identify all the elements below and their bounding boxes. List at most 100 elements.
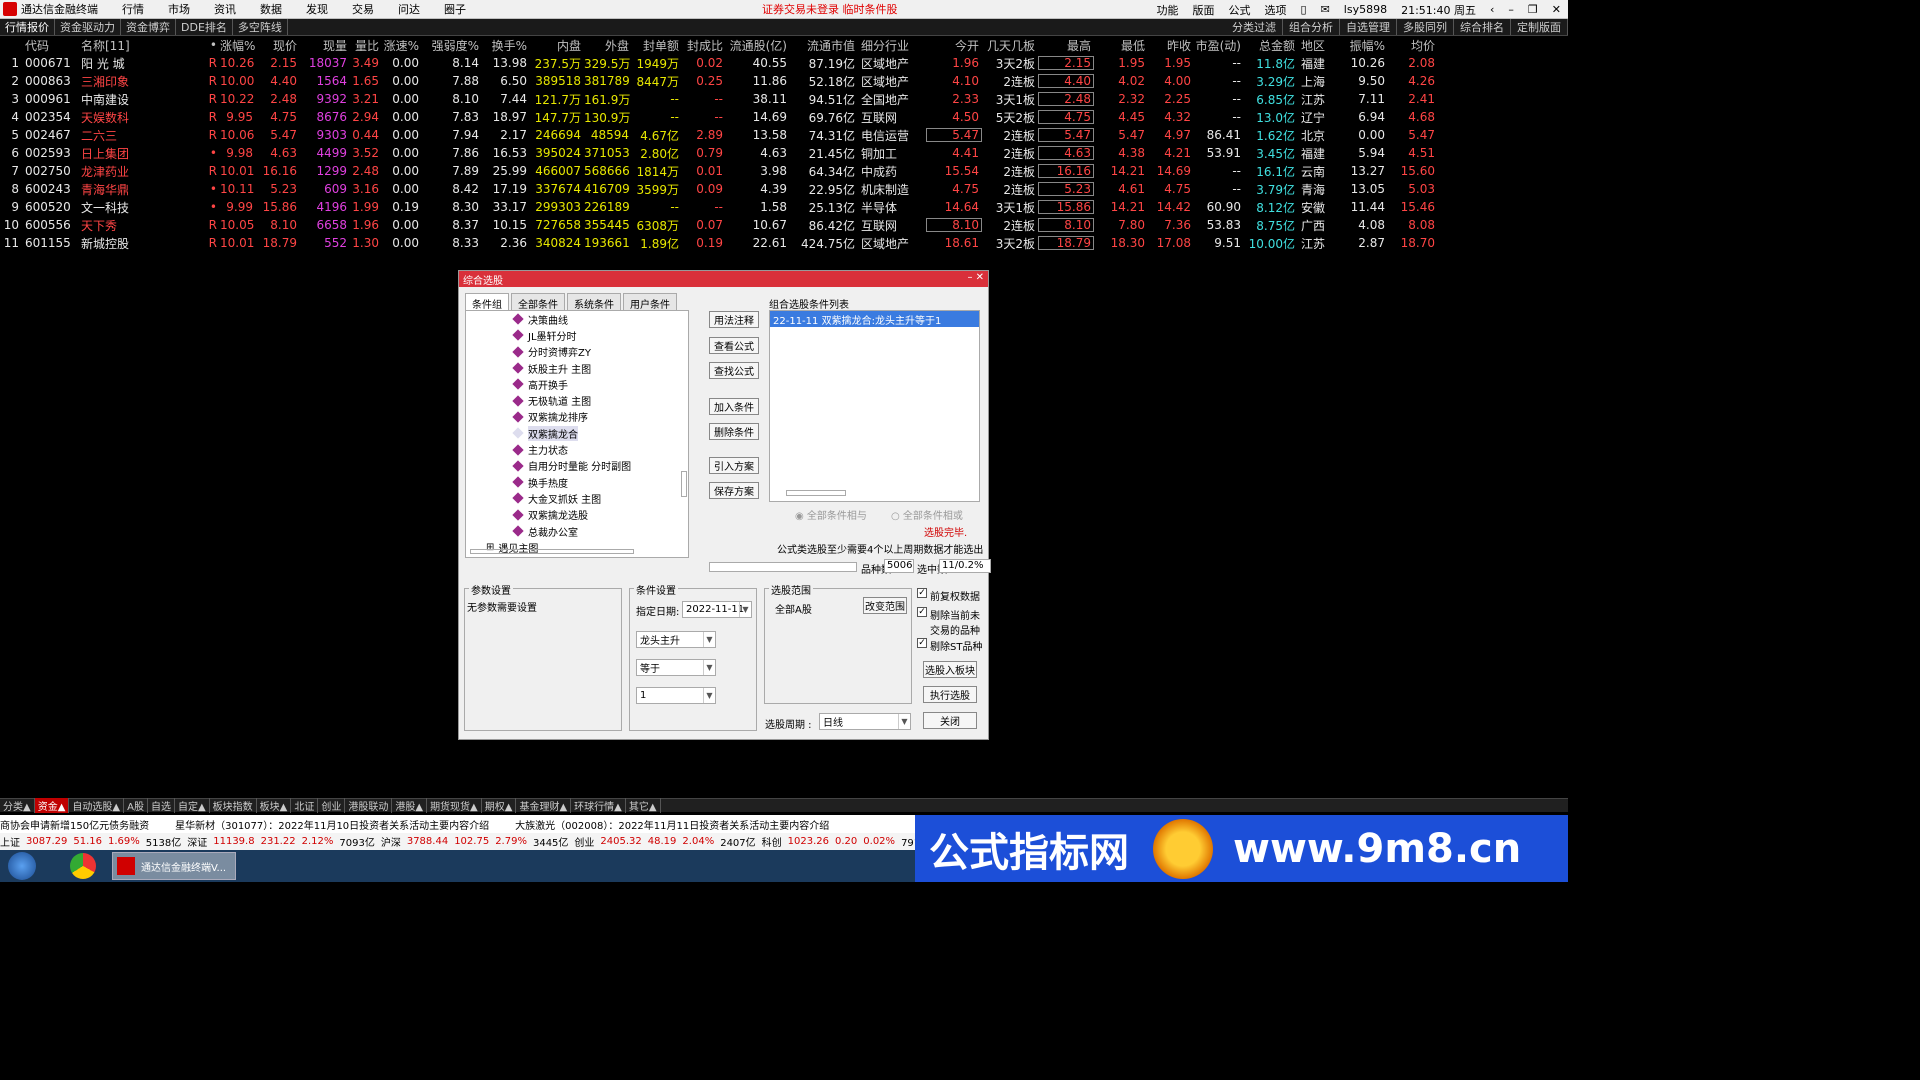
- close-button[interactable]: 关闭: [923, 712, 977, 729]
- menu-quotes[interactable]: 行情: [122, 1, 144, 17]
- tree-item[interactable]: JL墨轩分时: [466, 327, 688, 343]
- column-header[interactable]: 最低: [1094, 37, 1148, 54]
- tree-item[interactable]: 双紫擒龙选股: [466, 507, 688, 523]
- run-screen-button[interactable]: 执行选股: [923, 686, 977, 703]
- tab-quote-list[interactable]: 行情报价: [0, 19, 55, 35]
- tree-item[interactable]: 无极轨道 主图: [466, 392, 688, 408]
- bottom-tab[interactable]: 港股联动: [345, 798, 393, 813]
- dialog-titlebar[interactable]: 综合选股 – ✕: [459, 271, 988, 287]
- restore-icon[interactable]: ❐: [1528, 3, 1538, 16]
- btn-watchlist-manage[interactable]: 自选管理: [1340, 19, 1397, 35]
- menu-discover[interactable]: 发现: [306, 1, 328, 17]
- column-header[interactable]: 内盘: [530, 37, 584, 54]
- tree-item[interactable]: 双紫擒龙合: [466, 425, 688, 441]
- bottom-tab[interactable]: 资金▲: [34, 798, 70, 813]
- phone-icon[interactable]: ▯: [1301, 3, 1307, 16]
- date-picker[interactable]: 2022-11-11 ▼: [682, 601, 752, 618]
- btn-custom-layout[interactable]: 定制版面: [1511, 19, 1568, 35]
- news-item[interactable]: 星华新材（301077）：2022年11月10日投资者关系活动主要内容介绍: [175, 817, 489, 832]
- btn-combo-analysis[interactable]: 组合分析: [1283, 19, 1340, 35]
- news-item[interactable]: 商协会申请新增150亿元债务融资: [0, 817, 149, 832]
- tree-item[interactable]: 换手热度: [466, 474, 688, 490]
- add-condition-button[interactable]: 加入条件: [709, 398, 759, 415]
- column-header[interactable]: 外盘: [584, 37, 632, 54]
- usage-notes-button[interactable]: 用法注释: [709, 311, 759, 328]
- minimize-icon[interactable]: –: [1508, 3, 1514, 16]
- condition-list-scrollbar[interactable]: [786, 490, 846, 496]
- import-scheme-button[interactable]: 引入方案: [709, 457, 759, 474]
- tab-dde-rank[interactable]: DDE排名: [176, 19, 233, 35]
- radio-or[interactable]: ○ 全部条件相或: [891, 507, 963, 522]
- table-row[interactable]: 9 600520 文一科技 • 9.99 15.86 4196 1.99 0.19 8.30 33.…: [0, 198, 1568, 216]
- field-dropdown-icon[interactable]: ▼: [703, 632, 715, 647]
- column-header[interactable]: 总金额: [1244, 37, 1298, 54]
- column-header[interactable]: 几天几板: [982, 37, 1038, 54]
- column-header[interactable]: 市盈(动): [1194, 37, 1244, 54]
- btn-category-filter[interactable]: 分类过滤: [1226, 19, 1283, 35]
- bottom-tab[interactable]: 北证: [291, 798, 319, 813]
- save-scheme-button[interactable]: 保存方案: [709, 482, 759, 499]
- tree-vertical-scrollbar[interactable]: [681, 471, 687, 497]
- table-row[interactable]: 10 600556 天下秀 R 10.05 8.10 6658 1.96 0.00 8.37 10.…: [0, 216, 1568, 234]
- condition-op-select[interactable]: 等于 ▼: [636, 659, 716, 676]
- condition-value-select[interactable]: 1 ▼: [636, 687, 716, 704]
- tree-item[interactable]: 决策曲线: [466, 311, 688, 327]
- column-header[interactable]: 涨幅%: [220, 37, 256, 54]
- dialog-close-icon[interactable]: – ✕: [967, 272, 984, 283]
- add-to-block-button[interactable]: 选股入板块: [923, 661, 977, 678]
- column-header[interactable]: 细分行业: [858, 37, 926, 54]
- table-row[interactable]: 11 601155 新城控股 R 10.01 18.79 552 1.30 0.00 8.33 2.…: [0, 234, 1568, 252]
- column-header[interactable]: 名称[11]: [78, 37, 186, 54]
- column-header[interactable]: 昨收: [1148, 37, 1194, 54]
- period-select[interactable]: 日线 ▼: [819, 713, 911, 730]
- mail-icon[interactable]: ✉: [1321, 3, 1330, 16]
- tree-item[interactable]: 高开换手: [466, 376, 688, 392]
- username[interactable]: lsy5898: [1344, 3, 1387, 16]
- login-warning[interactable]: 证券交易未登录 临时条件股: [762, 1, 898, 17]
- column-header[interactable]: 现量: [300, 37, 350, 54]
- back-icon[interactable]: ‹: [1490, 3, 1494, 16]
- tab-fund-drive[interactable]: 资金驱动力: [55, 19, 121, 35]
- menu-layout[interactable]: 版面: [1193, 2, 1215, 18]
- op-dropdown-icon[interactable]: ▼: [703, 660, 715, 675]
- column-header[interactable]: 换手%: [482, 37, 530, 54]
- news-item[interactable]: 大族激光（002008）：2022年11月11日投资者关系活动主要内容介绍: [515, 817, 829, 832]
- taskbar-app-button[interactable]: 通达信金融终端V...: [112, 852, 236, 880]
- column-header[interactable]: 地区: [1298, 37, 1336, 54]
- menu-ask[interactable]: 问达: [398, 1, 420, 17]
- bottom-tab[interactable]: 期权▲: [482, 798, 517, 813]
- chrome-icon[interactable]: [70, 853, 96, 879]
- condition-field-select[interactable]: 龙头主升 ▼: [636, 631, 716, 648]
- exclude-st-checkbox[interactable]: ✓ 剔除ST品种: [917, 638, 982, 653]
- radio-and[interactable]: ◉ 全部条件相与: [795, 507, 867, 522]
- column-header[interactable]: 涨速%: [382, 37, 422, 54]
- column-header[interactable]: 今开: [926, 37, 982, 54]
- btn-overall-rank[interactable]: 综合排名: [1454, 19, 1511, 35]
- tree-item[interactable]: 大金叉抓妖 主图: [466, 490, 688, 506]
- table-row[interactable]: 5 002467 二六三 R 10.06 5.47 9303 0.44 0.00 7.94 2.17…: [0, 126, 1568, 144]
- tree-item[interactable]: 妖股主升 主图: [466, 360, 688, 376]
- table-row[interactable]: 1 000671 阳 光 城 R 10.26 2.15 18037 3.49 0.00 8.14 1…: [0, 54, 1568, 72]
- bottom-tab[interactable]: 自定▲: [175, 798, 210, 813]
- column-header[interactable]: 封单额: [632, 37, 682, 54]
- tree-item[interactable]: 总裁办公室: [466, 523, 688, 539]
- column-header[interactable]: 流通股(亿): [726, 37, 790, 54]
- adjusted-data-checkbox[interactable]: ✓ 前复权数据: [917, 588, 980, 603]
- menu-circle[interactable]: 圈子: [444, 1, 466, 17]
- menu-data[interactable]: 数据: [260, 1, 282, 17]
- menu-function[interactable]: 功能: [1157, 2, 1179, 18]
- column-header[interactable]: 均价: [1388, 37, 1438, 54]
- exclude-untraded-checkbox[interactable]: ✓ 剔除当前未交易的品种: [917, 607, 983, 637]
- menu-news[interactable]: 资讯: [214, 1, 236, 17]
- bottom-tab[interactable]: 分类▲: [0, 798, 35, 813]
- bottom-tab[interactable]: 自动选股▲: [69, 798, 125, 813]
- bottom-tab[interactable]: 其它▲: [626, 798, 661, 813]
- bottom-tab[interactable]: 板块▲: [257, 798, 292, 813]
- column-header[interactable]: 强弱度%: [422, 37, 482, 54]
- menu-options[interactable]: 选项: [1265, 2, 1287, 18]
- table-row[interactable]: 7 002750 龙津药业 R 10.01 16.16 1299 2.48 0.00 7.89 25…: [0, 162, 1568, 180]
- period-dropdown-icon[interactable]: ▼: [898, 714, 910, 729]
- column-header[interactable]: 现价: [256, 37, 300, 54]
- tree-item[interactable]: 分时资博弈ZY: [466, 344, 688, 360]
- bottom-tab[interactable]: A股: [124, 798, 148, 813]
